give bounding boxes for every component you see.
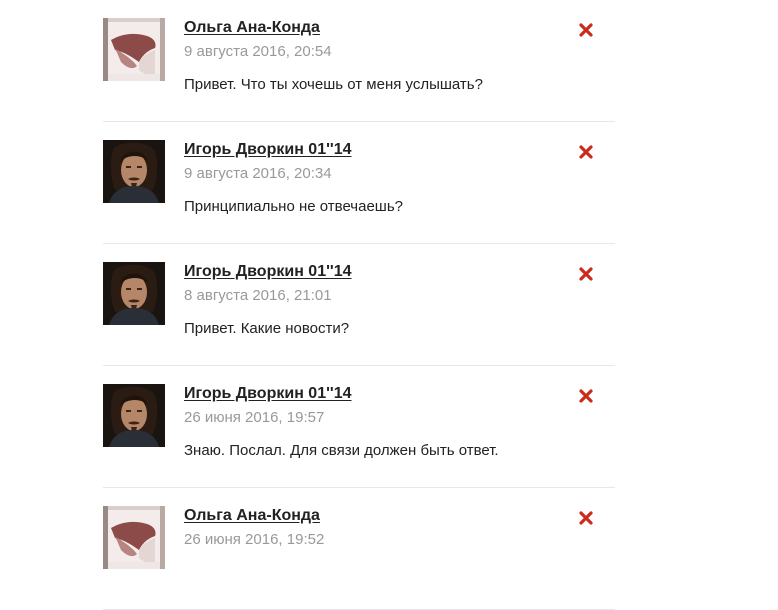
avatar[interactable] [103,384,165,447]
message-item: Ольга Ана-Конда 9 августа 2016, 20:54 Пр… [103,0,615,122]
message-item: Игорь Дворкин 01''14 9 августа 2016, 20:… [103,122,615,244]
close-icon[interactable] [578,22,594,38]
avatar[interactable] [103,262,165,325]
message-date: 9 августа 2016, 20:54 [184,43,332,60]
close-icon[interactable] [578,388,594,404]
message-text: Привет. Что ты хочешь от меня услышать? [184,76,483,93]
message-text: Привет. Какие новости? [184,320,350,337]
author-link[interactable]: Игорь Дворкин 01''14 [184,141,352,159]
message-date: 9 августа 2016, 20:34 [184,165,332,182]
author-link[interactable]: Игорь Дворкин 01''14 [184,263,352,281]
message-item: Игорь Дворкин 01''14 26 июня 2016, 19:57… [103,366,615,488]
author-link[interactable]: Ольга Ана-Конда [184,19,320,37]
avatar[interactable] [103,140,165,203]
message-item: Ольга Ана-Конда 26 июня 2016, 19:52 [103,488,615,610]
author-link[interactable]: Игорь Дворкин 01''14 [184,385,352,403]
avatar[interactable] [103,18,165,81]
author-link[interactable]: Ольга Ана-Конда [184,507,320,525]
message-text: Знаю. Послал. Для связи должен быть отве… [184,442,499,459]
close-icon[interactable] [578,266,594,282]
message-date: 26 июня 2016, 19:52 [184,531,325,548]
message-date: 8 августа 2016, 21:01 [184,287,332,304]
message-list: Ольга Ана-Конда 9 августа 2016, 20:54 Пр… [103,0,615,610]
close-icon[interactable] [578,144,594,160]
close-icon[interactable] [578,510,594,526]
message-date: 26 июня 2016, 19:57 [184,409,325,426]
message-item: Игорь Дворкин 01''14 8 августа 2016, 21:… [103,244,615,366]
message-text: Принципиально не отвечаешь? [184,198,403,215]
